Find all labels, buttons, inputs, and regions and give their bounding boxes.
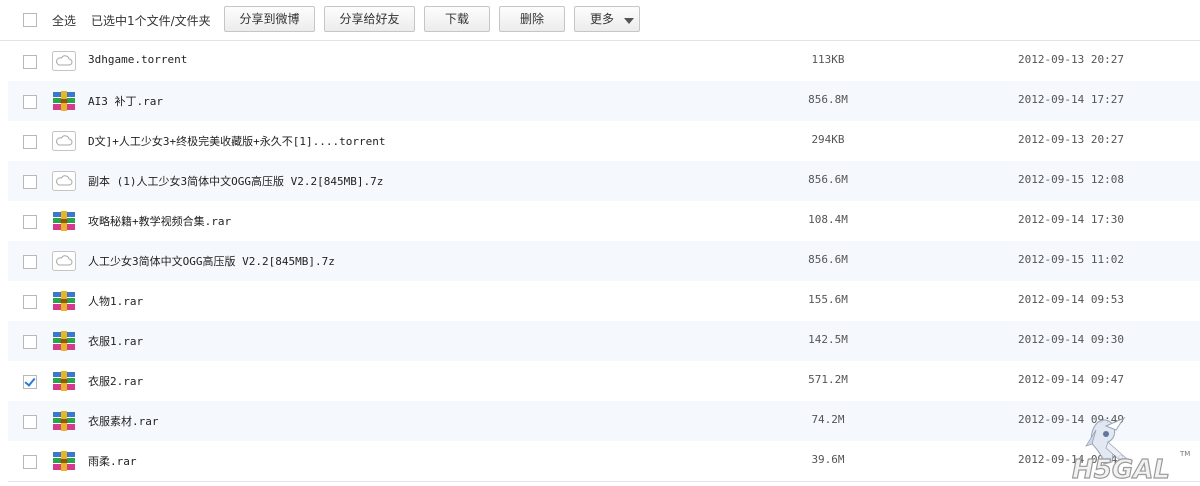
file-name[interactable]: 人工少女3简体中文OGG高压版 V2.2[845MB].7z bbox=[88, 253, 335, 269]
watermark-text: H5GAL bbox=[1072, 455, 1170, 485]
file-row[interactable]: 人物1.rar 155.6M 2012-09-14 09:53 bbox=[8, 281, 1200, 322]
file-date: 2012-09-14 17:27 bbox=[1018, 93, 1124, 106]
row-checkbox[interactable] bbox=[23, 335, 37, 349]
file-row[interactable]: D文]+人工少女3+终极完美收藏版+永久不[1]....torrent 294KB… bbox=[8, 121, 1200, 162]
file-date: 2012-09-14 09:30 bbox=[1018, 333, 1124, 346]
toolbar: 全选 已选中1个文件/文件夹 分享到微博 分享给好友 下载 删除 更多 bbox=[0, 0, 1200, 41]
file-date: 2012-09-13 20:27 bbox=[1018, 133, 1124, 146]
file-size: 39.6M bbox=[811, 453, 845, 466]
rar-archive-icon bbox=[53, 291, 75, 311]
row-checkbox[interactable] bbox=[23, 215, 37, 229]
rar-archive-icon bbox=[53, 451, 75, 471]
file-name[interactable]: 雨柔.rar bbox=[88, 453, 137, 469]
file-name[interactable]: 衣服素材.rar bbox=[88, 413, 159, 429]
more-dropdown-button[interactable]: 更多 bbox=[574, 6, 640, 32]
row-checkbox[interactable] bbox=[23, 135, 37, 149]
file-size: 74.2M bbox=[811, 413, 845, 426]
delete-button[interactable]: 删除 bbox=[499, 6, 565, 32]
file-row[interactable]: 人工少女3简体中文OGG高压版 V2.2[845MB].7z 856.6M 2012… bbox=[8, 241, 1200, 282]
select-all-label[interactable]: 全选 bbox=[52, 12, 76, 29]
file-date: 2012-09-15 11:02 bbox=[1018, 253, 1124, 266]
file-date: 2012-09-13 20:27 bbox=[1018, 53, 1124, 66]
file-row[interactable]: 衣服2.rar 571.2M 2012-09-14 09:47 bbox=[8, 361, 1200, 402]
more-label: 更多 bbox=[590, 12, 615, 26]
row-checkbox[interactable] bbox=[23, 415, 37, 429]
chevron-down-icon bbox=[624, 18, 634, 24]
row-checkbox[interactable] bbox=[23, 95, 37, 109]
file-size: 856.8M bbox=[808, 93, 848, 106]
file-row[interactable]: AI3 补丁.rar 856.8M 2012-09-14 17:27 bbox=[8, 81, 1200, 122]
file-name[interactable]: 3dhgame.torrent bbox=[88, 53, 187, 66]
file-size: 571.2M bbox=[808, 373, 848, 386]
file-name[interactable]: 衣服1.rar bbox=[88, 333, 143, 349]
file-size: 856.6M bbox=[808, 253, 848, 266]
rar-archive-icon bbox=[53, 371, 75, 391]
file-row[interactable]: 衣服素材.rar 74.2M 2012-09-14 09:49 bbox=[8, 401, 1200, 442]
row-checkbox[interactable] bbox=[23, 255, 37, 269]
file-date: 2012-09-14 09:53 bbox=[1018, 293, 1124, 306]
file-size: 294KB bbox=[811, 133, 845, 146]
file-row[interactable]: 衣服1.rar 142.5M 2012-09-14 09:30 bbox=[8, 321, 1200, 362]
row-checkbox[interactable] bbox=[23, 295, 37, 309]
rar-archive-icon bbox=[53, 411, 75, 431]
file-name[interactable]: 副本 (1)人工少女3简体中文OGG高压版 V2.2[845MB].7z bbox=[88, 173, 383, 189]
h5gal-watermark-logo: H5GAL TM bbox=[1071, 416, 1190, 486]
row-checkbox[interactable] bbox=[23, 455, 37, 469]
file-size: 108.4M bbox=[808, 213, 848, 226]
file-name[interactable]: 人物1.rar bbox=[88, 293, 143, 309]
trademark-text: TM bbox=[1179, 450, 1190, 458]
download-button[interactable]: 下载 bbox=[424, 6, 490, 32]
select-all-checkbox[interactable] bbox=[23, 13, 37, 27]
file-size: 856.6M bbox=[808, 173, 848, 186]
file-row[interactable]: 雨柔.rar 39.6M 2012-09-14 09:48 bbox=[8, 441, 1200, 482]
cloud-file-icon bbox=[52, 171, 76, 191]
rar-archive-icon bbox=[53, 331, 75, 351]
file-name[interactable]: 攻略秘籍+教学视频合集.rar bbox=[88, 213, 231, 229]
file-size: 113KB bbox=[811, 53, 845, 66]
cloud-file-icon bbox=[52, 51, 76, 71]
file-size: 155.6M bbox=[808, 293, 848, 306]
file-date: 2012-09-14 17:30 bbox=[1018, 213, 1124, 226]
cloud-file-icon bbox=[52, 131, 76, 151]
row-checkbox[interactable] bbox=[23, 55, 37, 69]
file-name[interactable]: AI3 补丁.rar bbox=[88, 93, 163, 109]
share-weibo-button[interactable]: 分享到微博 bbox=[224, 6, 315, 32]
file-date: 2012-09-14 09:47 bbox=[1018, 373, 1124, 386]
selection-status: 已选中1个文件/文件夹 bbox=[91, 14, 211, 28]
file-date: 2012-09-15 12:08 bbox=[1018, 173, 1124, 186]
rar-archive-icon bbox=[53, 91, 75, 111]
rar-archive-icon bbox=[53, 211, 75, 231]
cloud-file-icon bbox=[52, 251, 76, 271]
row-checkbox[interactable] bbox=[23, 175, 37, 189]
file-size: 142.5M bbox=[808, 333, 848, 346]
file-name[interactable]: D文]+人工少女3+终极完美收藏版+永久不[1]....torrent bbox=[88, 133, 385, 149]
file-row[interactable]: 3dhgame.torrent 113KB 2012-09-13 20:27 bbox=[8, 41, 1200, 82]
row-checkbox[interactable] bbox=[23, 375, 37, 389]
file-row[interactable]: 攻略秘籍+教学视频合集.rar 108.4M 2012-09-14 17:30 bbox=[8, 201, 1200, 242]
file-name[interactable]: 衣服2.rar bbox=[88, 373, 143, 389]
file-row[interactable]: 副本 (1)人工少女3简体中文OGG高压版 V2.2[845MB].7z 856.… bbox=[8, 161, 1200, 202]
share-friends-button[interactable]: 分享给好友 bbox=[324, 6, 415, 32]
